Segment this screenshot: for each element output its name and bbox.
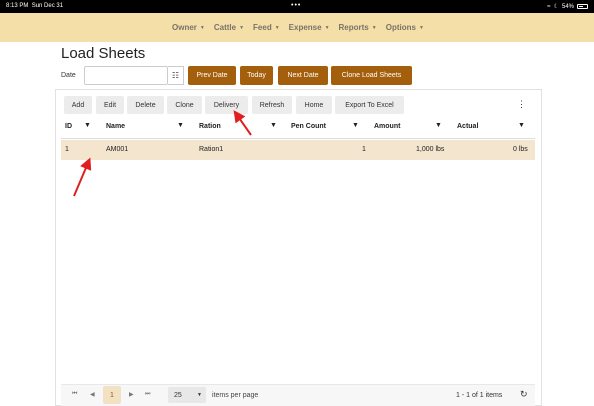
screen: 8:13 PM Sun Dec 31 ••• ≈ ☾ 54% Owner ▼ Ca… [0,0,594,406]
annotation-arrows [73,110,252,197]
arrow-to-delivery [233,110,252,136]
arrow-to-row [73,157,92,197]
